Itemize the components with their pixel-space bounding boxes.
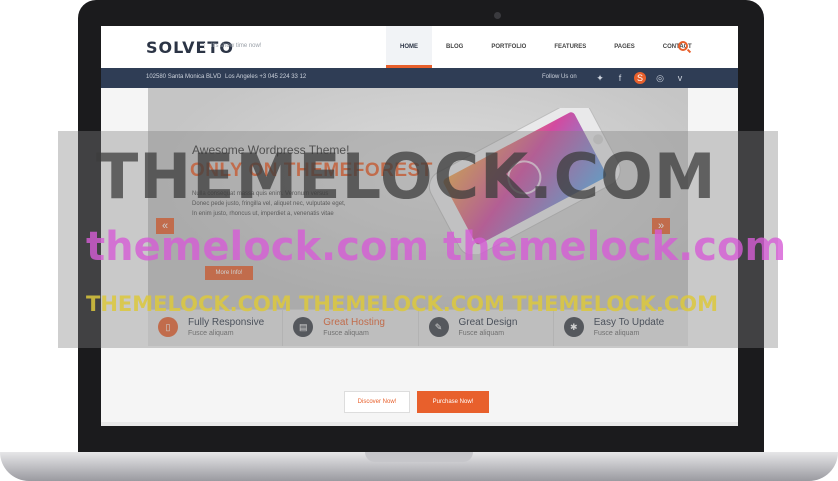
address-text: 102580 Santa Monica BLVD (146, 74, 222, 80)
discover-now-button[interactable]: Discover Now! (344, 391, 410, 413)
laptop-notch (365, 452, 473, 462)
watermark-text-large: THEMELOCK.COM (96, 140, 717, 213)
info-bar: 102580 Santa Monica BLVD Los Angeles +3 … (101, 68, 738, 88)
menu-item-portfolio[interactable]: PORTFOLIO (477, 26, 540, 68)
search-icon[interactable] (678, 41, 688, 51)
dribbble-icon[interactable]: ◎ (654, 72, 666, 84)
main-menu: HOME BLOG PORTFOLIO FEATURES PAGES CONTA… (386, 26, 706, 68)
watermark-text-pink: themelock.com themelock.com (86, 224, 787, 270)
camera-icon (494, 12, 501, 19)
phone-text: Los Angeles +3 045 224 33 12 (225, 74, 307, 80)
purchase-now-button[interactable]: Purchase Now! (417, 391, 489, 413)
twitter-icon[interactable]: ✦ (594, 72, 606, 84)
menu-item-home[interactable]: HOME (386, 26, 432, 68)
watermark-text-yellow: THEMELOCK.COM THEMELOCK.COM THEMELOCK.CO… (86, 292, 719, 316)
menu-item-blog[interactable]: BLOG (432, 26, 477, 68)
menu-item-pages[interactable]: PAGES (600, 26, 649, 68)
footer-strip (101, 422, 738, 426)
menu-item-features[interactable]: FEATURES (540, 26, 600, 68)
site-tagline: It's show time now! (204, 43, 262, 49)
follow-label: Follow Us on (542, 74, 577, 80)
facebook-icon[interactable]: f (614, 72, 626, 84)
top-nav: SOLVETO It's show time now! HOME BLOG PO… (101, 26, 738, 68)
vimeo-icon[interactable]: v (674, 72, 686, 84)
skype-icon[interactable]: S (634, 72, 646, 84)
